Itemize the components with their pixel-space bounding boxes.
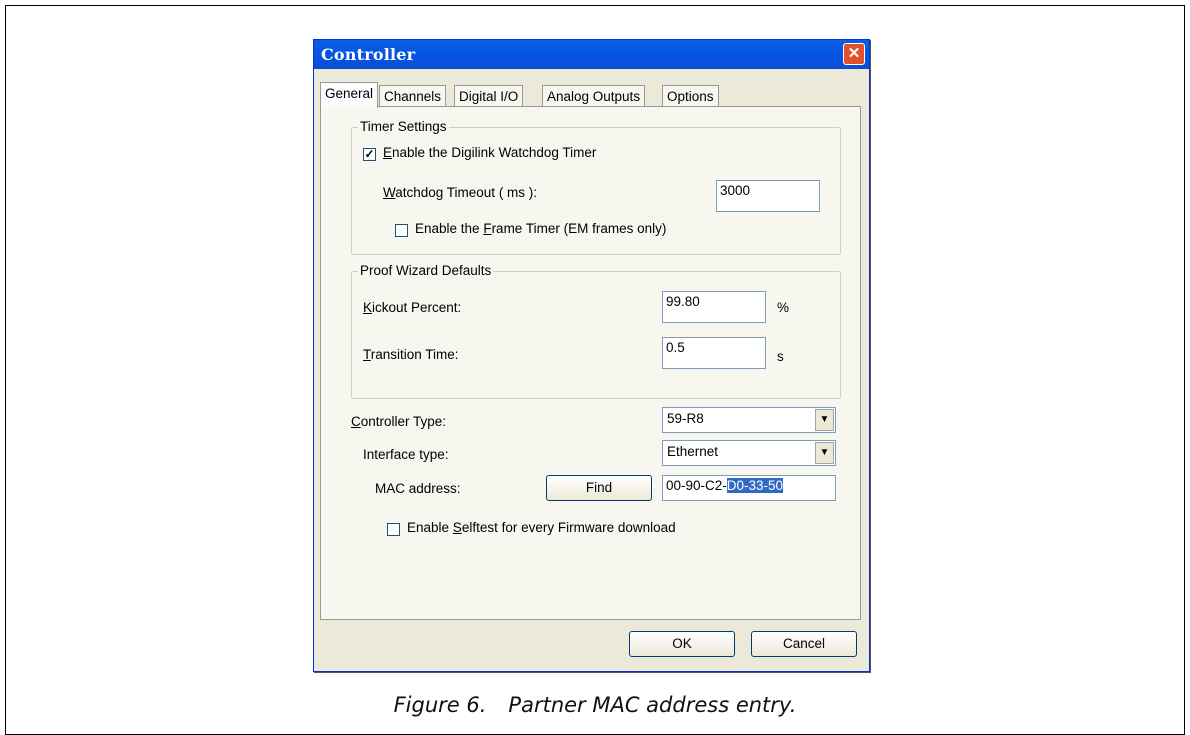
transition-time-label: Transition Time: [363, 347, 459, 362]
chevron-down-icon[interactable]: ▼ [815, 442, 834, 464]
mac-address-selected: D0-33-50 [726, 478, 784, 493]
timer-settings-label: Timer Settings [358, 119, 449, 134]
controller-type-select[interactable]: 59-R8 ▼ [662, 407, 836, 433]
frame-timer-checkbox[interactable] [395, 224, 408, 237]
selftest-checkbox[interactable] [387, 523, 400, 536]
mac-address-input[interactable]: 00-90-C2-D0-33-50 [662, 475, 836, 501]
figure-number: Figure 6. [393, 693, 487, 717]
selftest-label: Enable Selftest for every Firmware downl… [407, 520, 676, 535]
kickout-unit: % [777, 300, 790, 315]
figure-caption-text: Partner MAC address entry. [508, 693, 797, 717]
tab-analog-outputs[interactable]: Analog Outputs [542, 85, 646, 106]
watchdog-timeout-label: Watchdog Timeout ( ms ): [383, 185, 538, 200]
controller-dialog: Controller ✕ General Channels Digital I/… [313, 39, 870, 672]
transition-time-input[interactable]: 0.5 [662, 337, 766, 369]
controller-type-value: 59-R8 [667, 411, 704, 426]
controller-type-label: Controller Type: [351, 414, 447, 429]
interface-type-label: Interface type: [363, 447, 449, 462]
tab-general[interactable]: General [320, 82, 379, 108]
mac-address-label: MAC address: [375, 481, 461, 496]
ok-button[interactable]: OK [629, 631, 735, 657]
watchdog-timeout-input[interactable]: 3000 [716, 180, 820, 212]
tab-channels[interactable]: Channels [379, 85, 447, 106]
tab-digital-io[interactable]: Digital I/O [454, 85, 524, 106]
kickout-percent-input[interactable]: 99.80 [662, 291, 766, 323]
proof-wizard-group: Proof Wizard Defaults [351, 263, 841, 399]
tab-options[interactable]: Options [662, 85, 719, 106]
transition-unit: s [777, 349, 784, 364]
frame-timer-label: Enable the Frame Timer (EM frames only) [415, 221, 667, 236]
interface-type-select[interactable]: Ethernet ▼ [662, 440, 836, 466]
interface-type-value: Ethernet [667, 444, 719, 459]
cancel-button[interactable]: Cancel [751, 631, 857, 657]
mac-address-plain: 00-90-C2- [666, 478, 727, 493]
kickout-percent-label: Kickout Percent: [363, 300, 462, 315]
watchdog-enable-label: Enable the Digilink Watchdog Timer [383, 145, 597, 160]
general-panel: Timer Settings ✓ Enable the Digilink Wat… [320, 106, 861, 620]
figure-caption: Figure 6. Partner MAC address entry. [0, 693, 1190, 717]
title-bar[interactable]: Controller ✕ [314, 40, 869, 69]
close-icon[interactable]: ✕ [843, 43, 865, 65]
dialog-title: Controller [321, 45, 416, 64]
proof-wizard-label: Proof Wizard Defaults [358, 263, 494, 278]
chevron-down-icon[interactable]: ▼ [815, 409, 834, 431]
watchdog-enable-checkbox[interactable]: ✓ [363, 148, 376, 161]
find-button[interactable]: Find [546, 475, 652, 501]
